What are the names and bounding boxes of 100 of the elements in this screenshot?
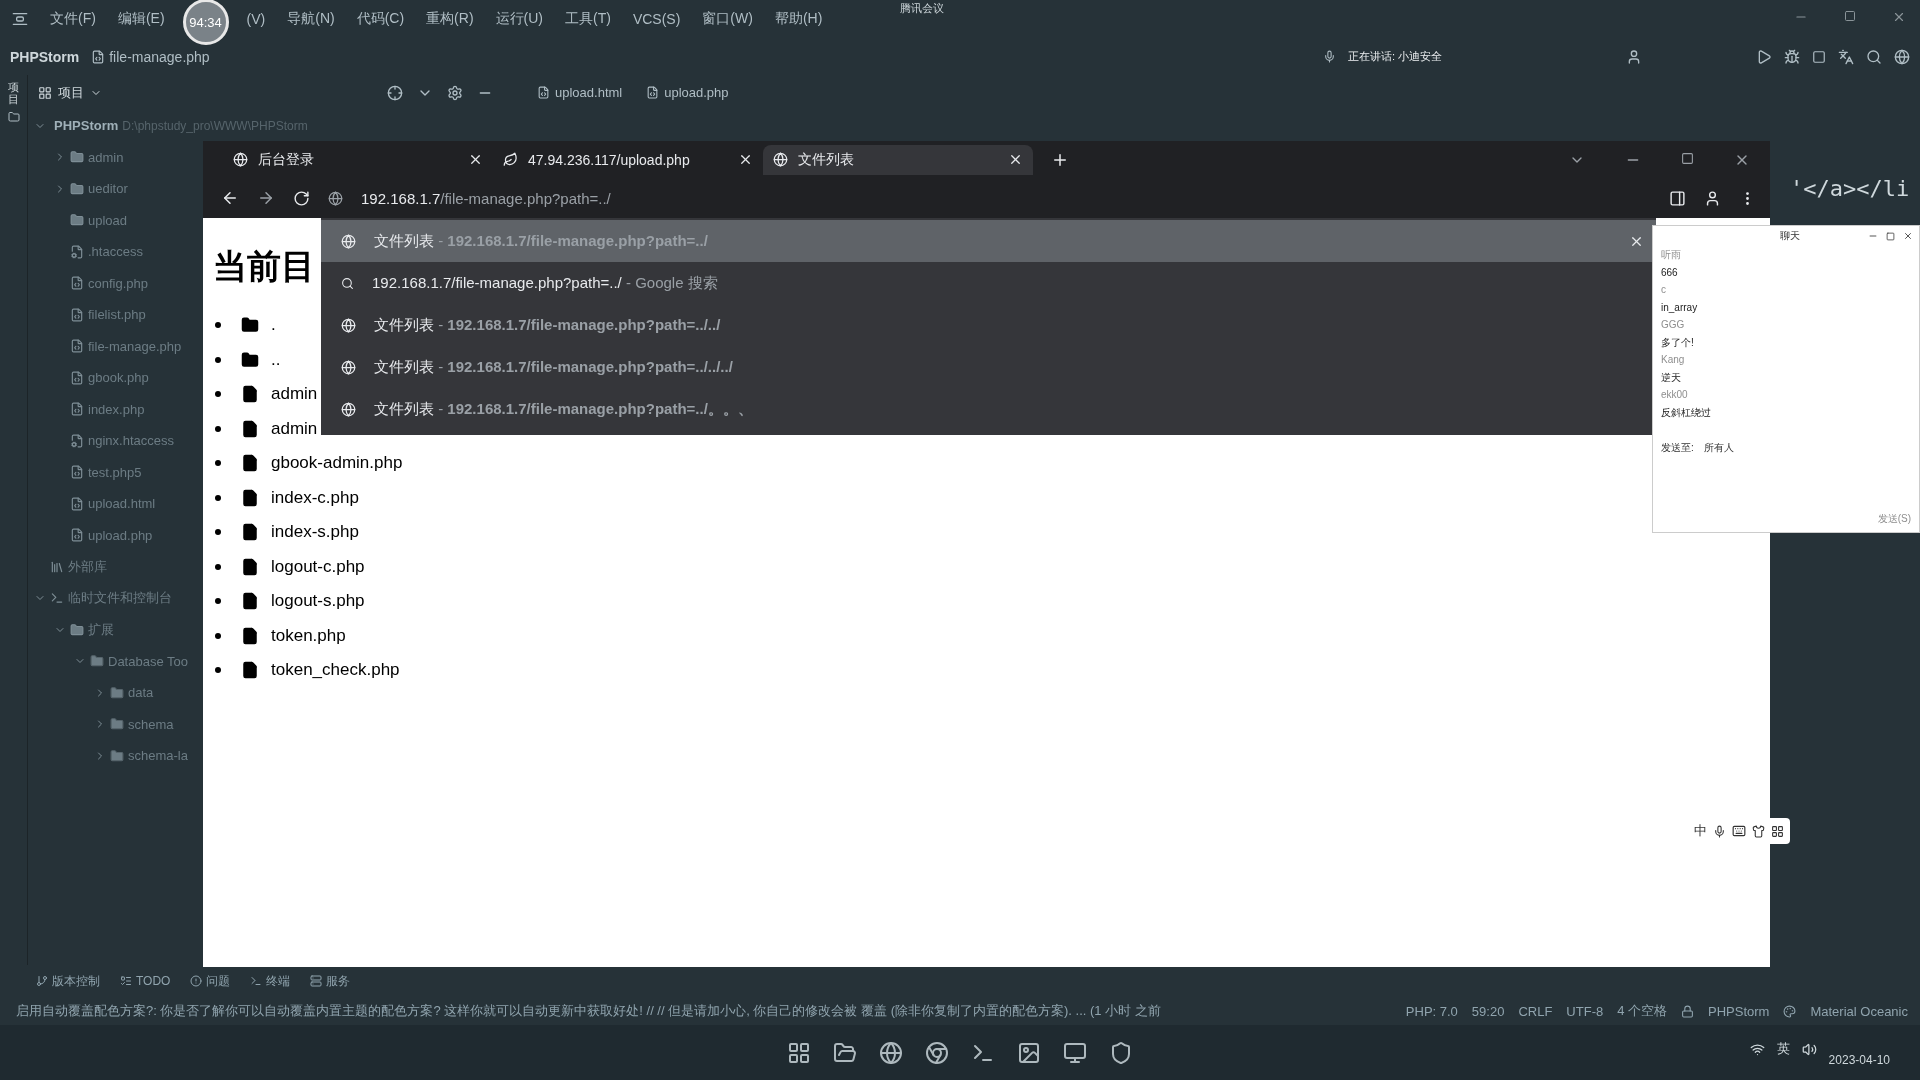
breadcrumb-file[interactable]: file-manage.php bbox=[109, 48, 210, 65]
tree-item[interactable]: nginx.htaccess bbox=[88, 433, 174, 449]
status-theme[interactable]: Material Oceanic bbox=[1810, 1003, 1908, 1019]
tree-item[interactable]: upload bbox=[88, 212, 128, 228]
menu-item[interactable]: 文件(F) bbox=[50, 10, 96, 28]
tool-window-button[interactable]: 服务 bbox=[326, 972, 351, 990]
status-project[interactable]: PHPStorm bbox=[1708, 1003, 1770, 1019]
locate-icon[interactable] bbox=[387, 84, 403, 101]
ime-mode[interactable]: 中 bbox=[1694, 822, 1707, 840]
menu-item[interactable]: 工具(T) bbox=[565, 10, 611, 28]
debug-icon[interactable] bbox=[1784, 48, 1800, 65]
back-icon[interactable] bbox=[221, 189, 239, 207]
taskbar-date[interactable]: 2023-04-10 bbox=[1828, 1053, 1890, 1067]
reload-icon[interactable] bbox=[293, 189, 310, 207]
microphone-icon[interactable] bbox=[1713, 824, 1726, 838]
browser-icon[interactable] bbox=[879, 1040, 903, 1065]
status-item[interactable]: UTF-8 bbox=[1566, 1003, 1604, 1019]
tool-window-button[interactable]: 版本控制 bbox=[52, 972, 100, 990]
tree-item[interactable]: config.php bbox=[88, 275, 148, 291]
keyboard-icon[interactable] bbox=[1732, 824, 1746, 838]
tree-item[interactable]: admin bbox=[88, 149, 124, 165]
menu-item[interactable]: 重构(R) bbox=[426, 10, 474, 28]
status-item[interactable]: PHP: 7.0 bbox=[1405, 1003, 1458, 1019]
grid-icon[interactable] bbox=[1771, 824, 1784, 838]
run-icon[interactable] bbox=[1756, 48, 1772, 65]
chrome-icon[interactable] bbox=[925, 1040, 949, 1065]
menu-item[interactable]: (V) bbox=[246, 11, 266, 27]
tool-window-button[interactable]: 终端 bbox=[266, 972, 291, 990]
browser-tab[interactable]: 后台登录 bbox=[223, 144, 493, 175]
menu-item[interactable]: 帮助(H) bbox=[774, 10, 823, 28]
browser-tab[interactable]: 47.94.236.117/upload.php bbox=[493, 144, 763, 175]
suggestion-item[interactable]: 文件列表 - 192.168.1.7/file-manage.php?path=../../ bbox=[321, 304, 1656, 346]
menu-item[interactable]: VCS(S) bbox=[632, 11, 681, 27]
tree-item[interactable]: 临时文件和控制台 bbox=[68, 589, 172, 608]
address-field[interactable]: 192.168.1.7/file-manage.php?path=../ bbox=[361, 189, 611, 207]
folder-icon[interactable] bbox=[7, 111, 20, 124]
suggestion-item[interactable]: 文件列表 - 192.168.1.7/file-manage.php?path=../。。、 bbox=[321, 388, 1656, 430]
project-tool-label[interactable]: 项目 bbox=[8, 81, 19, 106]
editor-tab[interactable]: upload.php bbox=[664, 85, 729, 100]
status-item[interactable]: 59:20 bbox=[1471, 1003, 1505, 1019]
tree-item[interactable]: 外部库 bbox=[68, 557, 107, 576]
send-button[interactable]: 发送(S) bbox=[1877, 512, 1911, 526]
side-panel-icon[interactable] bbox=[1669, 189, 1686, 207]
tree-item[interactable]: filelist.php bbox=[88, 307, 146, 323]
tool-window-button[interactable]: TODO bbox=[136, 974, 171, 988]
tree-item[interactable]: upload.html bbox=[88, 496, 156, 512]
tree-item[interactable]: upload.php bbox=[88, 527, 153, 543]
shirt-icon[interactable] bbox=[1752, 824, 1765, 838]
tree-item[interactable]: schema-la bbox=[128, 748, 188, 764]
tree-item[interactable]: schema bbox=[128, 716, 174, 732]
menu-item[interactable]: 代码(C) bbox=[356, 10, 405, 28]
shield-icon[interactable] bbox=[1109, 1040, 1133, 1065]
tree-item[interactable]: file-manage.php bbox=[88, 338, 182, 354]
suggestion-item[interactable]: 文件列表 - 192.168.1.7/file-manage.php?path=../ bbox=[321, 220, 1656, 262]
search-icon[interactable] bbox=[1866, 48, 1882, 65]
panel-title[interactable]: 项目 bbox=[58, 83, 84, 102]
suggestion-item[interactable]: 文件列表 - 192.168.1.7/file-manage.php?path=../../../ bbox=[321, 346, 1656, 388]
monitor-icon[interactable] bbox=[1063, 1040, 1087, 1065]
suggestion-item[interactable]: 192.168.1.7/file-manage.php?path=../ - Google 搜索 bbox=[321, 262, 1656, 304]
folder-icon[interactable] bbox=[833, 1040, 857, 1065]
maximize-button[interactable] bbox=[1681, 151, 1694, 165]
project-name[interactable]: PHPStorm bbox=[10, 48, 80, 65]
stop-icon[interactable] bbox=[1812, 49, 1826, 64]
menu-item[interactable]: 运行(U) bbox=[495, 10, 543, 28]
settings-icon[interactable] bbox=[447, 84, 463, 101]
profile-icon[interactable] bbox=[1704, 189, 1721, 207]
close-tab-icon[interactable] bbox=[738, 152, 753, 167]
editor-tab[interactable]: upload.html bbox=[555, 85, 623, 100]
tree-item[interactable]: PHPStorm bbox=[54, 118, 119, 134]
close-button[interactable] bbox=[1892, 10, 1906, 24]
tree-item[interactable]: .htaccess bbox=[88, 244, 143, 260]
language-indicator[interactable]: 英 bbox=[1776, 1040, 1790, 1058]
status-item[interactable]: CRLF bbox=[1518, 1003, 1553, 1019]
tree-item[interactable]: data bbox=[128, 685, 154, 701]
user-icon[interactable] bbox=[1626, 48, 1642, 65]
tree-item[interactable]: ueditor bbox=[88, 181, 128, 197]
maximize-button[interactable] bbox=[1844, 10, 1856, 22]
menu-item[interactable]: 窗口(W) bbox=[702, 10, 753, 28]
translate-icon[interactable] bbox=[1838, 48, 1854, 65]
menu-item[interactable]: 编辑(E) bbox=[117, 10, 165, 28]
tree-item[interactable]: gbook.php bbox=[88, 370, 149, 386]
tree-item[interactable]: Database Too bbox=[108, 653, 188, 669]
image-icon[interactable] bbox=[1017, 1040, 1041, 1065]
close-tab-icon[interactable] bbox=[468, 152, 483, 167]
globe-icon[interactable] bbox=[1894, 48, 1910, 65]
tree-item[interactable]: test.php5 bbox=[88, 464, 142, 480]
browser-tab[interactable]: 文件列表 bbox=[763, 144, 1033, 175]
forward-icon[interactable] bbox=[257, 189, 275, 207]
recipient-select[interactable]: 所有人 bbox=[1703, 441, 1734, 455]
close-button[interactable] bbox=[1903, 231, 1913, 241]
tree-item[interactable]: 扩展 bbox=[88, 620, 114, 639]
menu-item[interactable]: 导航(N) bbox=[287, 10, 335, 28]
volume-icon[interactable] bbox=[1801, 1041, 1817, 1057]
tool-window-button[interactable]: 问题 bbox=[206, 972, 231, 990]
tree-item[interactable]: index.php bbox=[88, 401, 145, 417]
maximize-button[interactable] bbox=[1886, 231, 1895, 241]
start-icon[interactable] bbox=[787, 1040, 811, 1065]
close-tab-icon[interactable] bbox=[1008, 152, 1023, 167]
status-item[interactable]: 4 个空格 bbox=[1617, 1002, 1668, 1020]
app-menu-icon[interactable] bbox=[12, 11, 28, 27]
